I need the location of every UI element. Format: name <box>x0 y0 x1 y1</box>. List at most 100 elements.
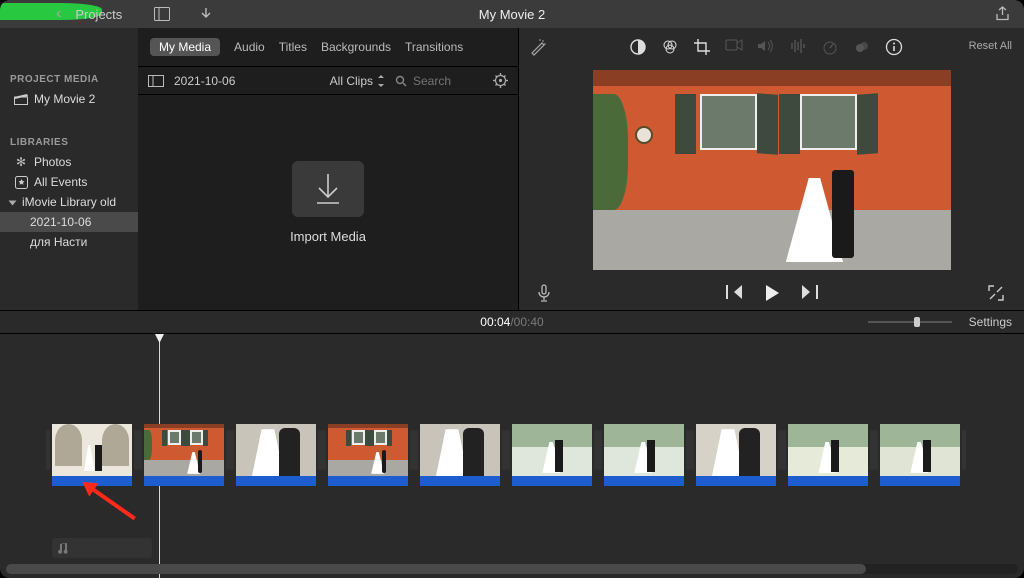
view-layout-icon[interactable] <box>154 7 170 21</box>
clip-trim-handle-left[interactable] <box>874 430 878 470</box>
tab-titles[interactable]: Titles <box>279 40 307 54</box>
color-correction-icon[interactable] <box>661 38 679 56</box>
timeline-horizontal-scrollbar[interactable] <box>6 564 1018 574</box>
projects-button[interactable]: Projects <box>71 7 126 22</box>
clip-audio-band <box>604 476 684 486</box>
clip-trim-handle-left[interactable] <box>230 430 234 470</box>
timeline-clip[interactable] <box>420 424 500 486</box>
timeline-clip[interactable] <box>328 424 408 486</box>
zoom-slider[interactable] <box>868 319 952 325</box>
audio-track-well[interactable] <box>52 538 152 558</box>
volume-icon[interactable] <box>757 38 775 56</box>
tab-backgrounds[interactable]: Backgrounds <box>321 40 391 54</box>
libraries-header: LIBRARIES <box>0 109 138 152</box>
clip-trim-handle-left[interactable] <box>690 430 694 470</box>
tab-transitions[interactable]: Transitions <box>405 40 463 54</box>
speed-icon[interactable] <box>821 38 839 56</box>
enhance-wand-icon[interactable] <box>529 38 547 56</box>
video-track <box>52 424 960 486</box>
sidebar-item-photos[interactable]: ✻ Photos <box>0 152 138 172</box>
next-frame-button[interactable] <box>802 285 818 301</box>
preview-video[interactable] <box>593 70 951 270</box>
event-name-label: 2021-10-06 <box>174 74 235 88</box>
event-selected-label: 2021-10-06 <box>30 215 91 229</box>
tab-my-media[interactable]: My Media <box>150 38 220 56</box>
crop-icon[interactable] <box>693 38 711 56</box>
event-other-label: для Насти <box>30 235 87 249</box>
clapper-icon <box>14 94 28 105</box>
clip-trim-handle-left[interactable] <box>598 430 602 470</box>
search-input[interactable] <box>413 74 483 88</box>
clip-filter-icon[interactable] <box>853 38 871 56</box>
prev-frame-button[interactable] <box>726 285 742 301</box>
timeline-clip[interactable] <box>236 424 316 486</box>
noise-reduction-icon[interactable] <box>789 38 807 56</box>
browser-settings-gear-icon[interactable] <box>493 73 508 88</box>
sidebar-event-selected[interactable]: 2021-10-06 <box>0 212 138 232</box>
all-events-label: All Events <box>34 175 87 189</box>
sidebar-project-item[interactable]: My Movie 2 <box>0 89 138 109</box>
clip-trim-handle-left[interactable] <box>322 430 326 470</box>
timeline-clip[interactable] <box>696 424 776 486</box>
sidebar-library[interactable]: iMovie Library old <box>0 192 138 212</box>
timeline-clip[interactable] <box>52 424 132 486</box>
time-strip: 00:04 / 00:40 Settings <box>0 310 1024 334</box>
clip-audio-band <box>880 476 960 486</box>
reset-all-button[interactable]: Reset All <box>969 40 1012 52</box>
library-name-label: iMovie Library old <box>22 195 116 209</box>
scrollbar-thumb[interactable] <box>6 564 866 574</box>
timeline[interactable] <box>0 334 1024 578</box>
clip-trim-handle-right[interactable] <box>962 430 966 470</box>
timeline-clip[interactable] <box>880 424 960 486</box>
browser-toolbar: 2021-10-06 All Clips <box>138 67 518 95</box>
photos-flower-icon: ✻ <box>14 155 28 169</box>
annotation-arrow <box>86 484 136 521</box>
back-chevron-icon[interactable] <box>56 5 63 23</box>
clip-trim-handle-left[interactable] <box>506 430 510 470</box>
clip-trim-handle-left[interactable] <box>414 430 418 470</box>
clips-filter-label: All Clips <box>330 74 373 88</box>
imovie-window: Projects My Movie 2 PROJECT MEDIA My Mov… <box>0 0 1024 578</box>
fullscreen-icon[interactable] <box>988 285 1004 301</box>
sidebar-event-other[interactable]: для Насти <box>0 232 138 252</box>
sidebar-item-all-events[interactable]: All Events <box>0 172 138 192</box>
titlebar: Projects My Movie 2 <box>0 0 1024 28</box>
color-balance-icon[interactable] <box>629 38 647 56</box>
import-arrow-icon[interactable] <box>200 7 212 21</box>
clip-audio-band <box>144 476 224 486</box>
clip-audio-band <box>788 476 868 486</box>
import-media-button[interactable] <box>292 161 364 217</box>
info-icon[interactable] <box>885 38 903 56</box>
clip-trim-handle-left[interactable] <box>46 430 50 470</box>
media-browser: My Media Audio Titles Backgrounds Transi… <box>138 28 519 310</box>
tab-audio[interactable]: Audio <box>234 40 265 54</box>
import-media-label: Import Media <box>290 229 366 244</box>
import-drop-area[interactable]: Import Media <box>138 95 518 310</box>
total-time-label: 00:40 <box>514 315 544 329</box>
timeline-clip[interactable] <box>788 424 868 486</box>
share-icon[interactable] <box>995 6 1010 22</box>
clip-trim-handle-left[interactable] <box>138 430 142 470</box>
timeline-clip[interactable] <box>144 424 224 486</box>
current-time-label: 00:04 <box>480 315 510 329</box>
clip-trim-handle-left[interactable] <box>782 430 786 470</box>
traffic-lights <box>0 8 44 20</box>
timeline-settings-button[interactable]: Settings <box>969 315 1012 329</box>
music-note-icon <box>58 542 69 555</box>
filmstrip-toggle-icon[interactable] <box>148 75 164 87</box>
stabilization-icon[interactable] <box>725 38 743 56</box>
viewer-panel: Reset All <box>519 28 1024 310</box>
search-icon <box>395 75 407 87</box>
clip-audio-band <box>328 476 408 486</box>
playback-bar <box>519 276 1024 310</box>
photos-label: Photos <box>34 155 71 169</box>
viewer-toolbar: Reset All <box>519 28 1024 66</box>
clip-audio-band <box>236 476 316 486</box>
timeline-clip[interactable] <box>512 424 592 486</box>
play-button[interactable] <box>764 285 780 301</box>
timeline-clip[interactable] <box>604 424 684 486</box>
browser-tabs: My Media Audio Titles Backgrounds Transi… <box>138 28 518 67</box>
star-icon <box>14 176 28 189</box>
clip-audio-band <box>512 476 592 486</box>
clips-filter-dropdown[interactable]: All Clips <box>330 74 385 88</box>
